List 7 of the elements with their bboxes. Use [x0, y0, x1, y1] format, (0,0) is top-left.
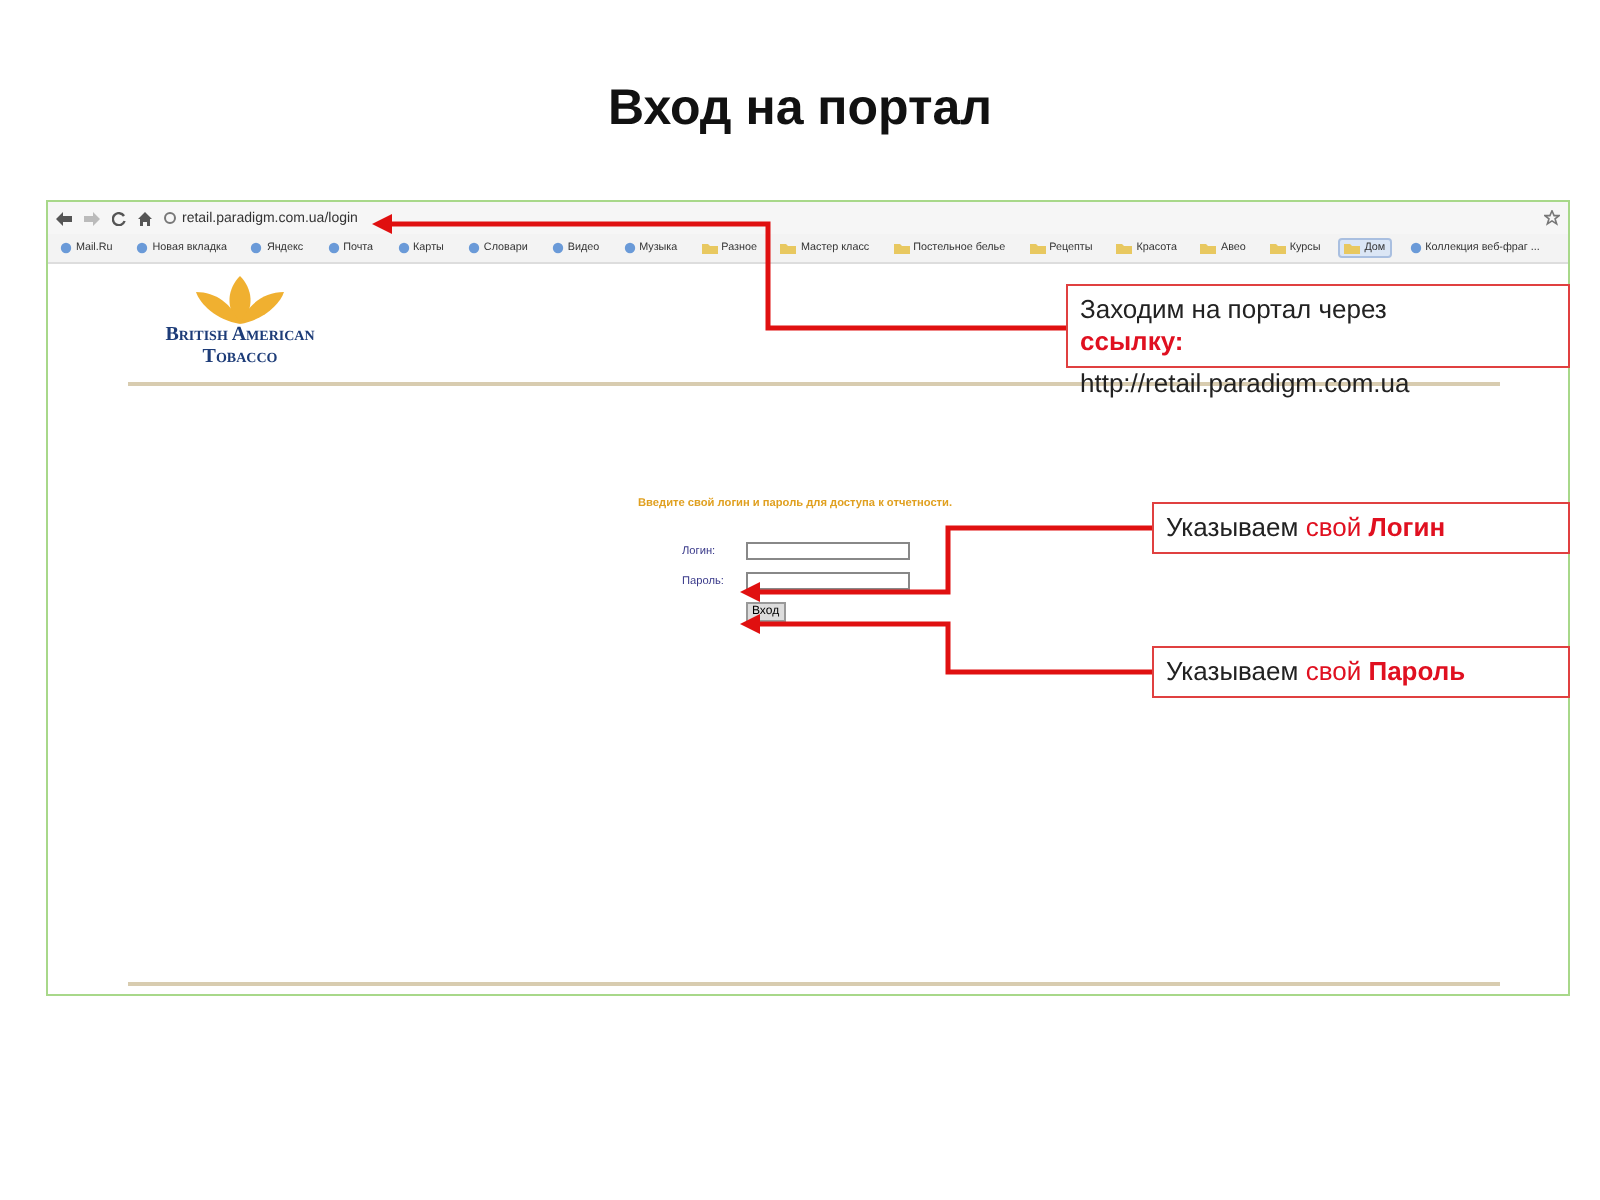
callout-text: Указываем свой Пароль [1152, 646, 1570, 698]
logo-text: Tobacco [202, 346, 278, 368]
callout-text: Заходим на портал через ссылку: [1066, 284, 1570, 368]
url-text: http://retail.paradigm.com.ua [1080, 368, 1410, 398]
logo-text: British American [165, 324, 315, 346]
slide-title: Вход на портал [607, 80, 993, 140]
callout-text: Указываем свой Логин [1152, 502, 1570, 554]
